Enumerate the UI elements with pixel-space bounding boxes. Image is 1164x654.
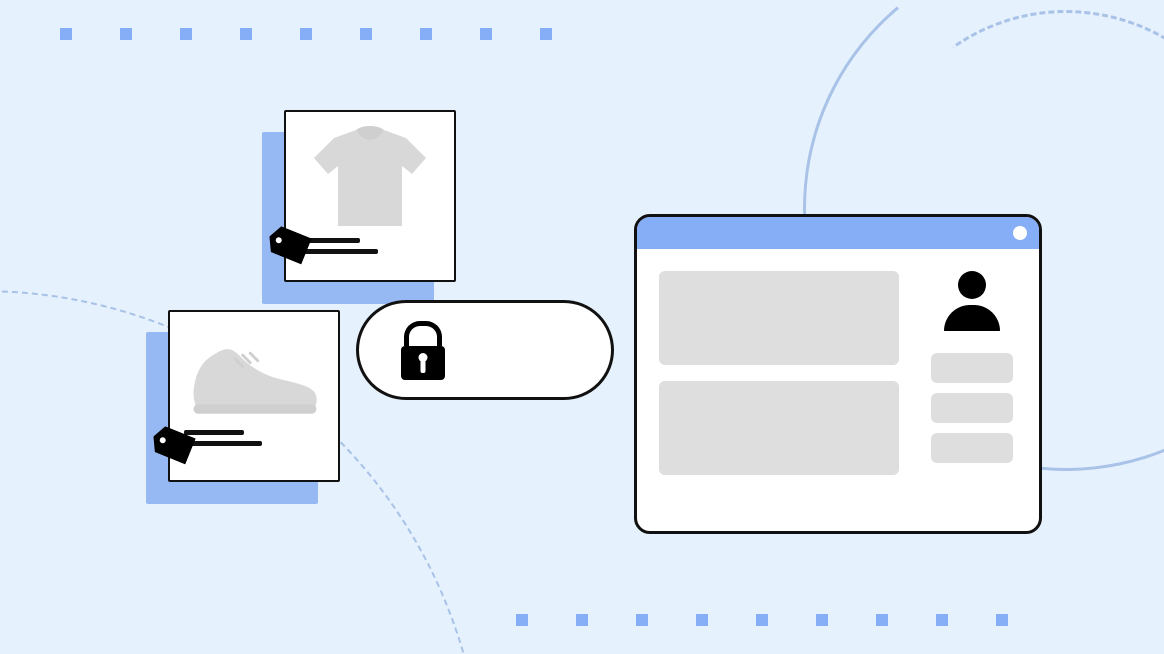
sneaker-icon: [184, 324, 324, 424]
side-placeholder: [931, 433, 1013, 463]
window-control-icon: [1013, 226, 1027, 240]
product-card-tshirt: [284, 110, 456, 282]
user-icon: [941, 271, 1003, 331]
lock-icon: [401, 321, 445, 380]
placeholder-line: [184, 441, 262, 446]
account-window: [634, 214, 1042, 534]
side-placeholder: [931, 393, 1013, 423]
placeholder-line: [184, 430, 244, 435]
decorative-dots-top: [60, 28, 552, 40]
content-placeholder: [659, 271, 899, 365]
product-card-sneaker: [168, 310, 340, 482]
secure-shopping-diagram: [0, 0, 1164, 654]
side-placeholder: [931, 353, 1013, 383]
decorative-dots-bottom: [516, 614, 1008, 626]
content-placeholder: [659, 381, 899, 475]
secure-connector: [356, 300, 614, 400]
placeholder-line: [300, 249, 378, 254]
tshirt-icon: [300, 124, 440, 232]
window-titlebar: [637, 217, 1039, 249]
